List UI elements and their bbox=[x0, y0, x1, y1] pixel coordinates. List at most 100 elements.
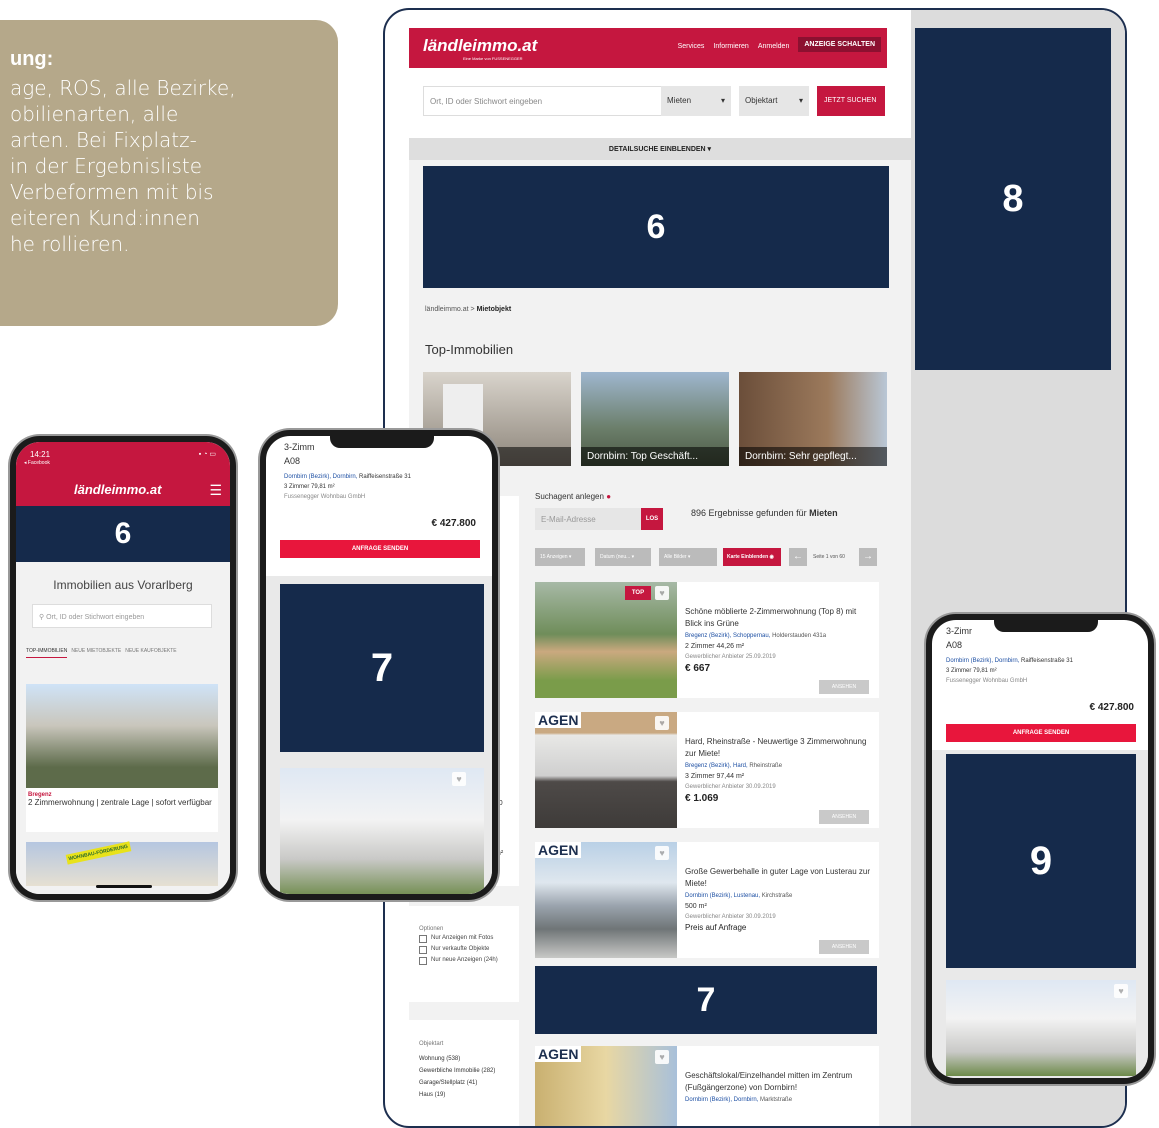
objektart-item[interactable]: Garage/Stellplatz (41) bbox=[419, 1079, 519, 1088]
breadcrumb-home[interactable]: ländleimmo.at > bbox=[425, 306, 475, 313]
listing-location: Dornbirn (Bezirk), Dornbirn, Marktstraße bbox=[685, 1097, 875, 1103]
per-page-select[interactable]: 15 Anzeigen ▾ bbox=[535, 548, 585, 566]
listing-photo bbox=[26, 684, 218, 788]
listing-rooms: 2 Zimmer 44,26 m² bbox=[685, 643, 745, 650]
page-indicator: Seite 1 von 60 bbox=[813, 554, 845, 560]
phone2-rooms: 3 Zimmer 79,81 m² bbox=[284, 484, 335, 490]
listing-title: Große Gewerbehalle in guter Lage von Lus… bbox=[685, 867, 870, 888]
objektart-item[interactable]: Haus (19) bbox=[419, 1091, 519, 1100]
notch bbox=[330, 436, 434, 448]
top-listing-card[interactable]: Dornbirn: Sehr gepflegt... bbox=[739, 372, 887, 466]
objektart-item[interactable]: Wohnung (538) bbox=[419, 1055, 519, 1064]
email-field[interactable]: E-Mail-Adresse bbox=[535, 508, 641, 530]
phone2-inquiry-button[interactable]: ANFRAGE SENDEN bbox=[280, 540, 480, 558]
listing-meta: Gewerblicher Anbieter 30.09.2019 bbox=[685, 914, 776, 920]
site-header: ländleimmo.at Eine Marke von FUSSENEGGER … bbox=[409, 28, 887, 68]
phone3-title-1: 3-Zimr bbox=[946, 626, 972, 636]
ad-slot-6[interactable]: 6 bbox=[423, 166, 889, 288]
phone1-listing-card[interactable]: Bregenz 2 Zimmerwohnung | zentrale Lage … bbox=[26, 684, 218, 832]
listing-location-area: Bregenz (Bezirk), Hard, bbox=[685, 763, 748, 769]
phone1-search-input[interactable]: ⚲ Ort, ID oder Stichwort eingeben bbox=[32, 604, 212, 628]
nav-anzeige-schalten-button[interactable]: ANZEIGE SCHALTEN bbox=[798, 37, 881, 52]
arrow-right-icon: → bbox=[863, 551, 873, 562]
listing-card[interactable]: AGEN ♥ Hard, Rheinstraße - Neuwertige 3 … bbox=[535, 712, 879, 828]
map-toggle-button[interactable]: Karte Einblenden ◉ bbox=[723, 548, 781, 566]
phone2-ad-slot-7[interactable]: 7 bbox=[280, 584, 484, 752]
menu-icon[interactable]: ☰ bbox=[209, 482, 222, 499]
tab-neue-kaufobjekte[interactable]: NEUE KAUFOBJEKTE bbox=[125, 648, 176, 658]
sort-select[interactable]: Datum (neu... ▾ bbox=[595, 548, 651, 566]
option-sold[interactable]: Nur verkaufte Objekte bbox=[419, 946, 519, 954]
ad-slot-8[interactable]: 8 bbox=[915, 28, 1111, 370]
checkbox[interactable] bbox=[419, 957, 427, 965]
phone1-status-bar: 14:21 ◂ Facebook ▪ ◔ ▭ bbox=[16, 442, 230, 478]
phone2-location-area: Dornbirn (Bezirk), Dornbirn, bbox=[284, 474, 358, 480]
nav-anmelden[interactable]: Anmelden bbox=[758, 43, 790, 50]
heart-icon[interactable]: ♥ bbox=[452, 772, 466, 786]
back-link[interactable]: ◂ Facebook bbox=[24, 460, 50, 466]
listing-price: Preis auf Anfrage bbox=[685, 923, 747, 932]
info-line: eiteren Kund:innen bbox=[10, 206, 200, 230]
listing-price: € 667 bbox=[685, 663, 711, 674]
detail-search-toggle[interactable]: DETAILSUCHE EINBLENDEN ▾ bbox=[409, 138, 911, 160]
phone3-rooms: 3 Zimmer 79,81 m² bbox=[946, 668, 997, 674]
phone1-search-placeholder: Ort, ID oder Stichwort eingeben bbox=[46, 614, 145, 621]
heart-icon[interactable]: ♥ bbox=[655, 846, 669, 860]
top-listing-caption: Dornbirn: Top Geschäft... bbox=[581, 447, 729, 466]
type-select[interactable]: Objektart ▾ bbox=[739, 86, 809, 116]
tab-neue-mietobjekte[interactable]: NEUE MIETOBJEKTE bbox=[71, 648, 121, 658]
listing-rooms: 3 Zimmer 97,44 m² bbox=[685, 773, 745, 780]
heart-icon[interactable]: ♥ bbox=[655, 716, 669, 730]
search-agent-submit-button[interactable]: LOS bbox=[641, 508, 663, 530]
phone2-listing-photo[interactable]: ♥ bbox=[280, 768, 484, 894]
listing-card[interactable]: TOP ♥ Schöne möblierte 2-Zimmerwohnung (… bbox=[535, 582, 879, 698]
nav-informieren[interactable]: Informieren bbox=[713, 43, 748, 50]
phone3-listing-photo[interactable]: ♥ bbox=[946, 980, 1136, 1076]
listing-card[interactable]: AGEN ♥ Große Gewerbehalle in guter Lage … bbox=[535, 842, 879, 958]
phone2-title-2: A08 bbox=[284, 456, 301, 466]
next-page-button[interactable]: → bbox=[859, 548, 877, 566]
top-listing-card[interactable]: Dornbirn: Top Geschäft... bbox=[581, 372, 729, 466]
heart-icon[interactable]: ♥ bbox=[1114, 984, 1128, 998]
nav-services[interactable]: Services bbox=[678, 43, 705, 50]
images-select[interactable]: Alle Bilder ▾ bbox=[659, 548, 717, 566]
ad-slot-7[interactable]: 7 bbox=[535, 966, 877, 1034]
prev-page-button[interactable]: ← bbox=[789, 548, 807, 566]
view-button[interactable]: ANSEHEN bbox=[819, 680, 869, 694]
phone1-header: ländleimmo.at ☰ bbox=[16, 478, 230, 506]
phone1-card-location: Bregenz bbox=[28, 792, 52, 798]
objektart-item[interactable]: Gewerbliche Immobilie (282) bbox=[419, 1067, 519, 1076]
tab-top-immobilien[interactable]: TOP-IMMOBILIEN bbox=[26, 648, 68, 658]
checkbox[interactable] bbox=[419, 946, 427, 954]
phone1-logo[interactable]: ländleimmo.at bbox=[74, 482, 161, 497]
search-input[interactable]: Ort, ID oder Stichwort eingeben bbox=[423, 86, 663, 116]
option-new[interactable]: Nur neue Anzeigen (24h) bbox=[419, 957, 519, 965]
phone2-street: Raiffeisenstraße 31 bbox=[359, 474, 411, 480]
listing-location-area: Bregenz (Bezirk), Schoppernau, bbox=[685, 633, 771, 639]
phone3-ad-slot-9[interactable]: 9 bbox=[946, 754, 1136, 968]
search-button[interactable]: JETZT SUCHEN bbox=[817, 86, 885, 116]
results-text: 896 Ergebnisse gefunden für bbox=[691, 508, 807, 518]
mode-select-value: Mieten bbox=[667, 96, 692, 105]
results-count: 896 Ergebnisse gefunden für Mieten bbox=[691, 508, 838, 518]
heart-icon[interactable]: ♥ bbox=[655, 586, 669, 600]
site-logo[interactable]: ländleimmo.at Eine Marke von FUSSENEGGER bbox=[423, 36, 537, 61]
listing-street: Rheinstraße bbox=[749, 763, 783, 769]
heart-icon[interactable]: ♥ bbox=[655, 1050, 669, 1064]
phone3-inquiry-button[interactable]: ANFRAGE SENDEN bbox=[946, 724, 1136, 742]
phone1-ad-slot-6[interactable]: 6 bbox=[16, 506, 230, 562]
agency-logo: AGEN bbox=[535, 1046, 582, 1062]
view-button[interactable]: ANSEHEN bbox=[819, 940, 869, 954]
info-icon[interactable]: ● bbox=[606, 492, 611, 501]
phone2-title-1: 3-Zimm bbox=[284, 442, 315, 452]
mode-select[interactable]: Mieten ▾ bbox=[661, 86, 731, 116]
view-button[interactable]: ANSEHEN bbox=[819, 810, 869, 824]
phone3-company: Fussenegger Wohnbau GmbH bbox=[946, 678, 1028, 684]
phone1-next-card[interactable]: WOHNBAU-FÖRDERUNG bbox=[26, 841, 218, 886]
logo-sub: Eine Marke von FUSSENEGGER bbox=[463, 56, 523, 61]
search-agent-label: Suchagent anlegen bbox=[535, 492, 604, 501]
objektart-panel: Objektart Wohnung (538) Gewerbliche Immo… bbox=[409, 1020, 519, 1126]
checkbox[interactable] bbox=[419, 935, 427, 943]
option-photos[interactable]: Nur Anzeigen mit Fotos bbox=[419, 935, 519, 943]
listing-street: Holderstauden 431a bbox=[772, 633, 827, 639]
